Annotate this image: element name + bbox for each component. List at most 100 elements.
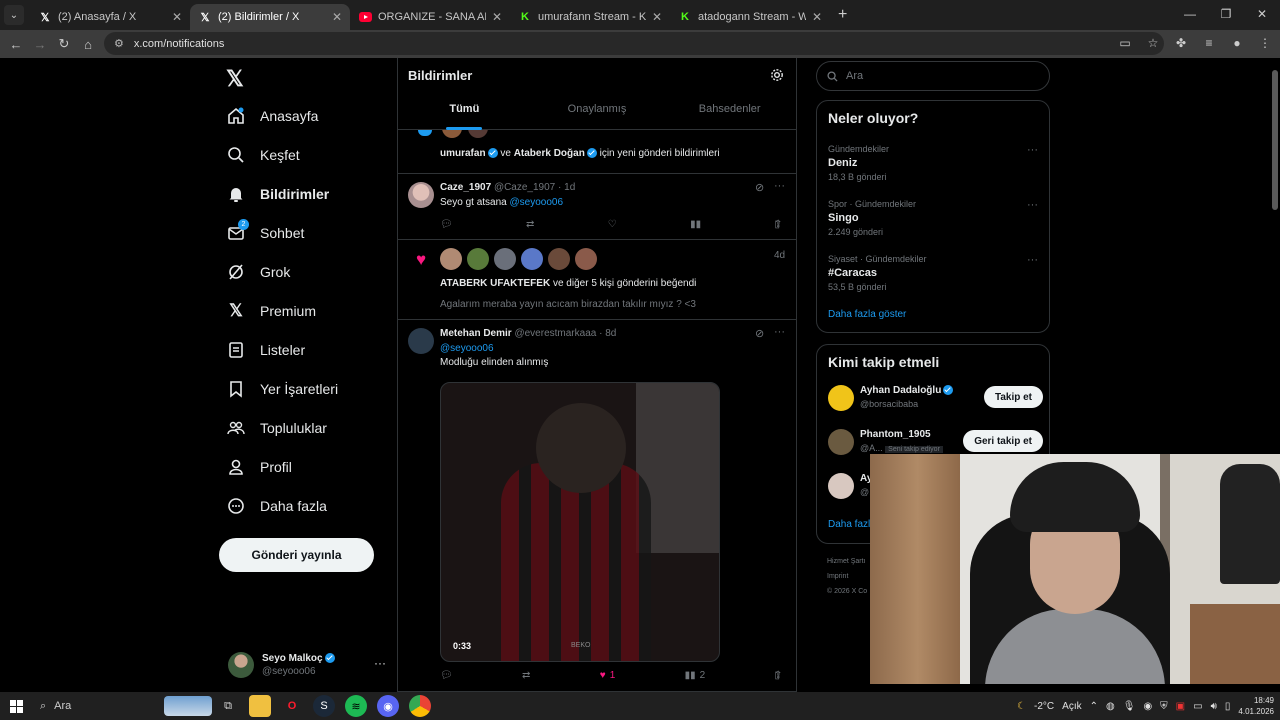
site-info-icon[interactable]: ⚙ [114,37,124,50]
video-player[interactable]: 0:33 BEKO [440,382,720,662]
account-switcher[interactable]: Seyo Malkoç @seyooo06 ··· [228,648,388,682]
close-tab-icon[interactable]: ✕ [172,10,182,24]
search-input[interactable] [846,70,1026,82]
reply-icon[interactable]: 💬︎ [440,219,453,230]
tray-app-icon[interactable]: ◍ [1106,701,1115,712]
tab-all[interactable]: Tümü [398,94,531,130]
chrome-icon[interactable] [409,695,431,717]
browser-tab[interactable]: Katadogann Stream - Watch Live✕ [670,4,830,30]
browser-tab[interactable]: ORGANIZE - SANA ANLATMAK✕ [350,4,510,30]
more-dots-icon[interactable]: ··· [1027,144,1038,156]
avatar[interactable] [548,248,570,270]
home-icon[interactable]: ⌂ [76,37,100,52]
show-more-link[interactable]: Daha fazla göster [828,309,906,320]
restore-icon[interactable]: ❐ [1208,0,1244,28]
extensions-icon[interactable]: ✤ [1172,34,1190,52]
follow-back-button[interactable]: Geri takip et [963,430,1043,452]
grok-icon[interactable]: ⊘ [755,327,764,340]
opera-icon[interactable]: O [281,695,303,717]
network-icon[interactable]: ▭ [1193,701,1202,712]
show-more-link[interactable]: Daha fazl [828,519,870,530]
views-icon[interactable]: ▮▮ 2 [685,670,706,681]
trend-item[interactable]: Spor · Gündemdekiler Singo 2.249 gönderi ··… [828,199,1038,237]
new-tab-button[interactable]: + [838,6,847,24]
sidebar-item-home[interactable]: Anasayfa [226,101,318,131]
steam-icon[interactable]: S [313,695,335,717]
install-app-icon[interactable]: ▭ [1116,34,1134,52]
scrollbar[interactable] [1272,70,1278,210]
avatar[interactable] [521,248,543,270]
spotify-icon[interactable]: ≋ [345,695,367,717]
more-dots-icon[interactable]: ··· [774,180,785,192]
like-icon[interactable]: ♥ 1 [600,670,616,681]
sidebar-item-bookmarks[interactable]: Yer İşaretleri [226,374,338,404]
retweet-icon[interactable]: ⇄ [526,219,534,230]
views-icon[interactable]: ▮▮ [690,219,701,230]
notification-mention[interactable]: Metehan Demir @everestmarkaaa · 8d ⊘ ···… [398,320,796,692]
sidebar-item-communities[interactable]: Topluluklar [226,413,327,443]
close-tab-icon[interactable]: ✕ [492,10,502,24]
sidebar-item-more[interactable]: Daha fazla [226,491,327,521]
sidebar-item-chat[interactable]: 2 Sohbet [226,218,304,248]
chevron-up-icon[interactable]: ⌃ [1090,701,1098,712]
avatar[interactable] [467,248,489,270]
tab-mentions[interactable]: Bahsedenler [663,94,796,130]
liked-post-preview[interactable]: Agalarım meraba yayın acıcam birazdan ta… [440,299,696,310]
browser-tab[interactable]: 𝕏 (2) Anasayfa / X ✕ [30,4,190,30]
notification-reply[interactable]: Caze_1907 @Caze_1907 · 1d ⊘ ··· Seyo gt … [398,174,796,240]
like-icon[interactable]: ♡ [608,219,617,230]
volume-icon[interactable]: 🔊︎ [1211,701,1217,712]
more-dots-icon[interactable]: ··· [1027,254,1038,266]
sidebar-item-grok[interactable]: Grok [226,257,290,287]
sidebar-item-premium[interactable]: 𝕏 Premium [226,296,316,326]
discord-tray-icon[interactable]: ◉ [1143,701,1152,712]
search-box[interactable] [816,61,1050,91]
forward-icon[interactable]: → [28,37,52,52]
browser-tab-active[interactable]: 𝕏 (2) Bildirimler / X ✕ [190,4,350,30]
follow-button[interactable]: Takip et [983,386,1043,408]
more-dots-icon[interactable]: ··· [774,326,785,338]
trend-item[interactable]: Siyaset · Gündemdekiler #Caracas 53,5 B gö… [828,254,1038,292]
notification-new-posts[interactable]: umurafan ve Ataberk Doğan için yeni gönd… [398,124,796,174]
back-icon[interactable]: ← [4,37,28,52]
file-explorer-icon[interactable] [249,695,271,717]
reload-icon[interactable]: ↻ [52,36,76,52]
more-dots-icon[interactable]: ··· [374,656,386,670]
share-icon[interactable]: ⇪ [774,219,782,230]
avatar[interactable] [440,248,462,270]
trend-item[interactable]: Gündemdekiler Deniz 18,3 B gönderi ··· [828,144,1038,182]
notification-likes[interactable]: ♥ 4d ATABERK UFAKTEFEK ve diğer 5 kişi g… [398,240,796,320]
url-field[interactable]: ⚙ x.com/notifications [104,32,1164,55]
settings-gear-icon[interactable] [770,68,786,84]
sidebar-item-profile[interactable]: Profil [226,452,292,482]
record-icon[interactable]: ▣ [1176,701,1185,712]
discord-icon[interactable]: ◉ [377,695,399,717]
close-tab-icon[interactable]: ✕ [652,10,662,24]
battery-icon[interactable]: ▯ [1225,701,1231,712]
more-dots-icon[interactable]: ··· [1027,199,1038,211]
avatar[interactable] [575,248,597,270]
minimize-icon[interactable]: — [1172,0,1208,28]
retweet-icon[interactable]: ⇄ [522,670,530,681]
browser-tab[interactable]: Kumurafann Stream - Kick Dashb✕ [510,4,670,30]
close-window-icon[interactable]: ✕ [1244,0,1280,28]
sidebar-item-lists[interactable]: Listeler [226,335,305,365]
reply-icon[interactable]: 💬︎ [440,670,453,681]
avatar[interactable] [494,248,516,270]
media-icon[interactable]: ≡ [1200,34,1218,52]
close-tab-icon[interactable]: ✕ [332,10,342,24]
suggested-user[interactable]: Ayhan Dadaloğlu @borsacibaba Takip et [828,385,1043,415]
taskbar-search[interactable]: ⌕ Ara [32,695,212,717]
x-logo-icon[interactable]: 𝕏 [226,66,244,92]
share-icon[interactable]: ⇪ [774,670,782,681]
profile-avatar-icon[interactable]: ● [1228,34,1246,52]
tab-verified[interactable]: Onaylanmış [531,94,664,130]
clock[interactable]: 18:49 4.01.2026 [1238,695,1274,717]
menu-icon[interactable]: ⋮ [1256,34,1274,52]
tab-search-button[interactable]: ⌄ [4,5,24,25]
task-view-icon[interactable]: ⧉ [217,695,239,717]
sidebar-item-explore[interactable]: Keşfet [226,140,300,170]
grok-icon[interactable]: ⊘ [755,181,764,194]
microphone-icon[interactable]: 🎙︎ [1123,701,1136,712]
sidebar-item-notifications[interactable]: Bildirimler [226,179,329,209]
